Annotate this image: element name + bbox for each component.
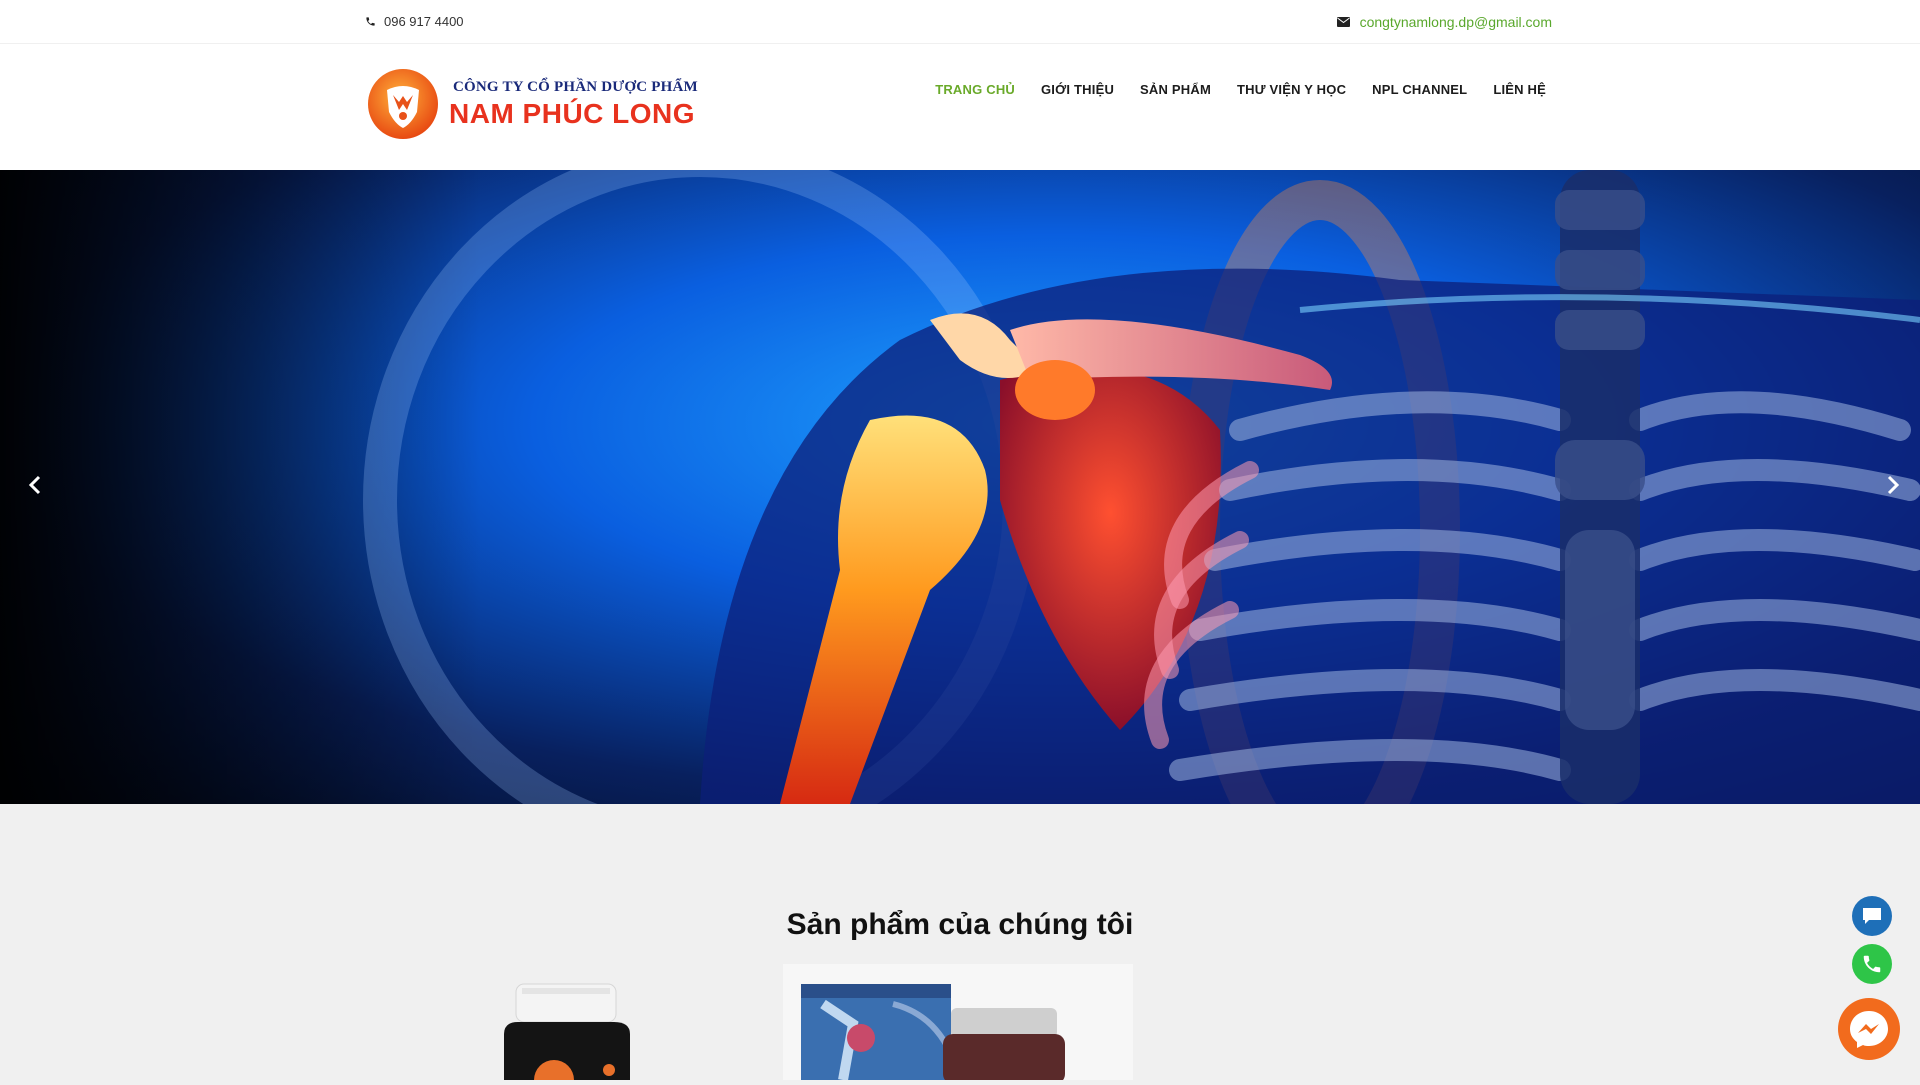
phone-number: 096 917 4400: [384, 14, 464, 29]
product-card-1[interactable]: [494, 982, 640, 1085]
top-bar: 096 917 4400 congtynamlong.dp@gmail.com: [0, 0, 1920, 44]
products-section-title: Sản phẩm của chúng tôi: [786, 908, 1134, 941]
nav-item-home[interactable]: TRANG CHỦ: [935, 82, 1015, 97]
messenger-button[interactable]: [1838, 998, 1900, 1060]
site-header: CÔNG TY CỔ PHẦN DƯỢC PHẨM NAM PHÚC LONG …: [0, 44, 1920, 170]
email-address: congtynamlong.dp@gmail.com: [1359, 14, 1552, 30]
chat-button[interactable]: [1852, 896, 1892, 936]
brand-tagline: CÔNG TY CỔ PHẦN DƯỢC PHẨM: [453, 78, 698, 95]
slider-prev-button[interactable]: [20, 470, 50, 500]
call-button[interactable]: [1852, 944, 1892, 984]
nav-item-library[interactable]: THƯ VIỆN Y HỌC: [1237, 82, 1346, 97]
orange-shield-logo: [368, 69, 438, 139]
nav-item-channel[interactable]: NPL CHANNEL: [1372, 82, 1467, 97]
chevron-right-icon: [1887, 475, 1900, 495]
chevron-left-icon: [28, 475, 41, 495]
chat-bubble-icon: [1863, 908, 1881, 924]
product-card-2[interactable]: [783, 964, 1133, 1080]
phone-icon: [366, 17, 375, 26]
contact-email[interactable]: congtynamlong.dp@gmail.com: [1336, 14, 1552, 30]
envelope-icon: [1336, 17, 1350, 27]
brand-text: CÔNG TY CỔ PHẦN DƯỢC PHẨM NAM PHÚC LONG: [449, 79, 698, 130]
hero-image: [0, 170, 1920, 804]
product-box-image: [801, 984, 1065, 1080]
main-nav: TRANG CHỦ GIỚI THIỆU SẢN PHẨM THƯ VIỆN Y…: [935, 82, 1546, 97]
slider-next-button[interactable]: [1878, 470, 1908, 500]
nav-item-contact[interactable]: LIÊN HỆ: [1493, 82, 1546, 97]
brand-name: NAM PHÚC LONG: [449, 97, 696, 129]
contact-phone[interactable]: 096 917 4400: [365, 14, 464, 29]
nav-item-products[interactable]: SẢN PHẨM: [1140, 82, 1211, 97]
phone-icon: [1863, 955, 1881, 973]
brand-logo[interactable]: CÔNG TY CỔ PHẦN DƯỢC PHẨM NAM PHÚC LONG: [367, 68, 698, 140]
product-bottle-image: [504, 983, 630, 1085]
nav-item-about[interactable]: GIỚI THIỆU: [1041, 82, 1114, 97]
hero-slider: [0, 170, 1920, 804]
messenger-icon: [1850, 1011, 1888, 1048]
